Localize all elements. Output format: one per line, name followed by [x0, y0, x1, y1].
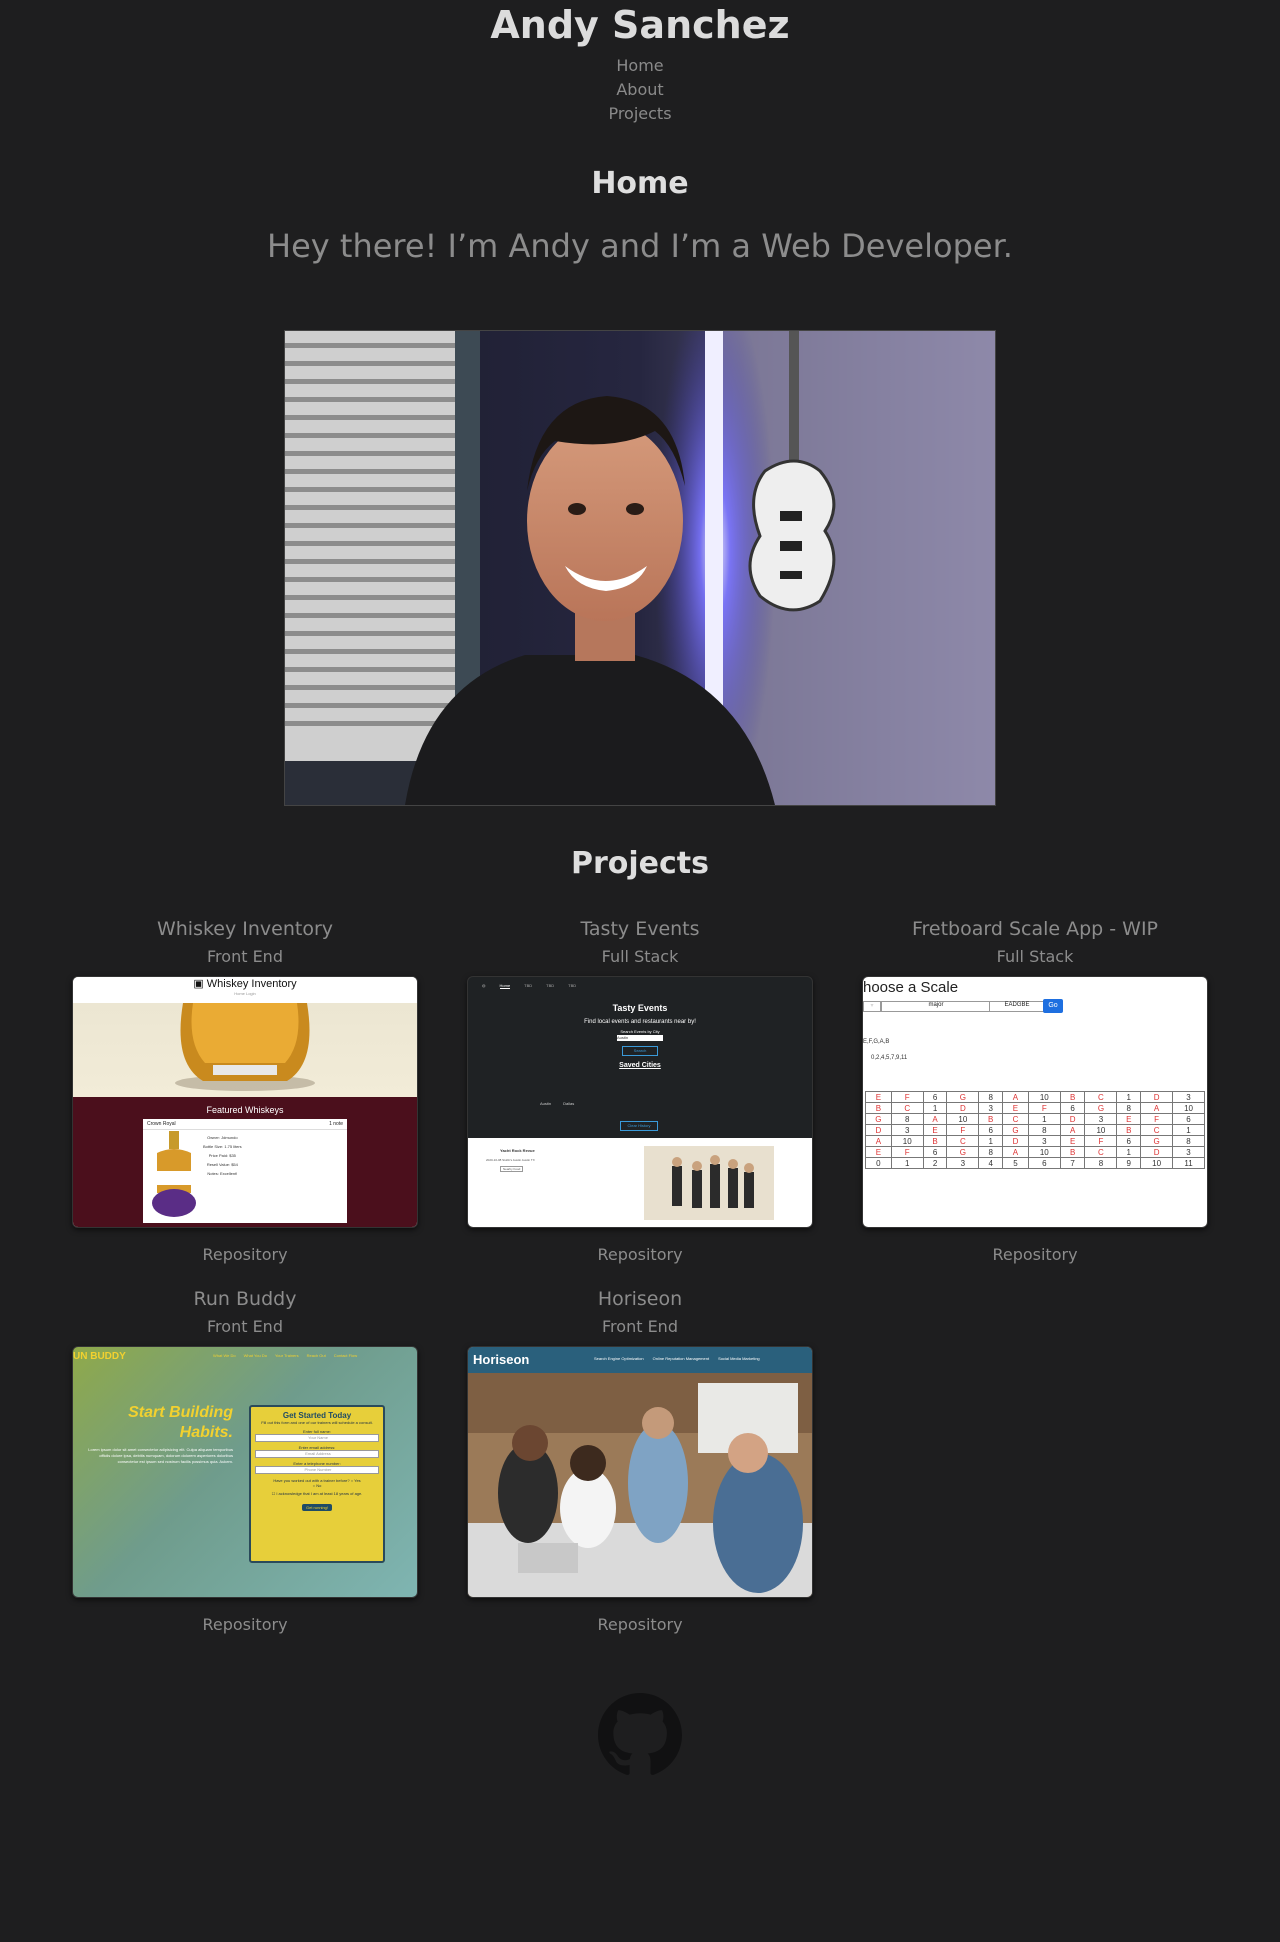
project-name: Fretboard Scale App - WIP: [911, 918, 1159, 940]
tasty-tab: TBD: [546, 983, 555, 988]
tasty-input-label: Search Events by City: [620, 1029, 660, 1034]
fret-go-button: Go: [1043, 999, 1063, 1013]
horiseon-team-photo: [468, 1373, 812, 1597]
whiskey-banner: [73, 1003, 417, 1097]
nav-about[interactable]: About: [0, 78, 1280, 102]
project-card-tasty: Tasty Events Full Stack ◍ Home TBD TBD T…: [467, 917, 813, 1266]
card-title: Crown Royal: [147, 1121, 176, 1127]
project-card-fretboard: Fretboard Scale App - WIP Full Stack hoo…: [862, 917, 1208, 1266]
card-badge: 1 note: [329, 1121, 343, 1127]
home-section-title: Home: [591, 166, 689, 201]
runbuddy-nav-item: Reach Out: [306, 1353, 326, 1358]
event-name: Yacht Rock Revue: [500, 1148, 535, 1153]
runbuddy-nav-item: Contact Flow: [333, 1353, 358, 1358]
horiseon-nav-item: Online Reputation Management: [652, 1356, 710, 1361]
tasty-subtitle: Find local events and restaurants near b…: [584, 1019, 696, 1025]
runbuddy-input: Email Address: [255, 1450, 379, 1458]
featured-heading: Featured Whiskeys: [206, 1105, 284, 1115]
tasty-title: Tasty Events: [612, 1003, 668, 1013]
horiseon-nav-item: Search Engine Optimization: [594, 1356, 644, 1361]
tagline: Hey there! I’m Andy and I’m a Web Develo…: [267, 227, 1013, 265]
runbuddy-brand: UN BUDDY: [73, 1351, 126, 1362]
project-name: Whiskey Inventory: [156, 918, 334, 940]
tasty-tab: TBD: [524, 983, 533, 988]
horiseon-nav-item: Social Media Marketing: [718, 1356, 760, 1361]
fretboard-grid: E F 6 G 8 A 10 B C 1 D 3 B C 1 D 3 E F 6 G 8 A 10 G 8 A 10 B C 1 D 3 E F…: [865, 1091, 1205, 1169]
event-info: 2020-10-08 Stubb's Austin Austin TX: [486, 1158, 535, 1162]
glass-icon: ▣: [193, 978, 204, 990]
fret-heading: hoose a Scale: [863, 979, 959, 996]
runbuddy-input: Your Name: [255, 1434, 379, 1442]
runbuddy-hero-line: Start Building: [128, 1404, 233, 1421]
repository-link[interactable]: Repository: [72, 1244, 418, 1266]
tasty-tab: Home: [499, 983, 511, 989]
runbuddy-form-intro: Fill out this form and one of our traine…: [261, 1420, 373, 1425]
runbuddy-no: No: [316, 1483, 322, 1488]
site-title: Andy Sanchez: [490, 3, 790, 47]
runbuddy-hero-text: Lorem ipsum dolor sit amet consectetur a…: [88, 1447, 233, 1464]
site-header: Andy Sanchez Home About Projects: [0, 0, 1280, 126]
project-screenshot-whiskey[interactable]: ▣ Whiskey Inventory Home Login Featured …: [72, 976, 418, 1228]
runbuddy-nav-item: Your Trainers: [274, 1353, 299, 1358]
project-name: Tasty Events: [580, 918, 700, 940]
repository-link[interactable]: Repository: [72, 1614, 418, 1636]
project-type: Front End: [602, 1317, 678, 1336]
runbuddy-input: Phone Number: [255, 1466, 379, 1474]
whiskey-nav: Home Login: [234, 991, 256, 996]
detail-line: Owner: Jdmundo: [207, 1135, 238, 1140]
project-card-horiseon: Horiseon Front End Horiseon Search Engin…: [467, 1287, 813, 1636]
main-nav: Home About Projects: [0, 54, 1280, 126]
project-screenshot-tasty[interactable]: ◍ Home TBD TBD TBD Tasty Events Find loc…: [467, 976, 813, 1228]
tasty-city-input: Austin: [617, 1035, 663, 1041]
detail-line: Price Paid: $35: [208, 1153, 236, 1158]
saved-city: Austin: [540, 1101, 552, 1106]
bottle-image: [152, 1131, 196, 1217]
tasty-tab: TBD: [568, 983, 577, 988]
project-type: Full Stack: [996, 947, 1074, 966]
nav-projects[interactable]: Projects: [0, 102, 1280, 126]
tasty-search-button: Search: [622, 1046, 658, 1056]
band-photo: [644, 1146, 774, 1220]
project-name: Horiseon: [597, 1288, 683, 1310]
fret-tuning-select: EADGBE: [989, 1001, 1044, 1012]
tasty-logo-icon: ◍: [482, 983, 486, 988]
detail-line: Resell Value: $54: [206, 1162, 238, 1167]
saved-city: Dallas: [563, 1101, 575, 1106]
runbuddy-nav-item: What You Do: [243, 1353, 267, 1358]
projects-section-title: Projects: [570, 846, 709, 881]
project-type: Front End: [207, 947, 283, 966]
project-type: Full Stack: [601, 947, 679, 966]
project-name: Run Buddy: [193, 1288, 297, 1310]
horiseon-brand: Horiseon: [473, 1352, 530, 1367]
project-card-runbuddy: Run Buddy Front End UN BUDDY What We Do …: [72, 1287, 418, 1636]
project-type: Front End: [207, 1317, 283, 1336]
runbuddy-yes: Yes: [354, 1478, 361, 1483]
fret-scale-select: major: [881, 1001, 990, 1012]
tasty-saved-heading: Saved Cities: [619, 1062, 661, 1069]
runbuddy-ack: I acknowledge that I am at least 18 year…: [276, 1491, 363, 1496]
fret-intervals: 0,2,4,5,7,9,11: [871, 1055, 908, 1061]
project-screenshot-fretboard[interactable]: hoose a Scale ▾ major EADGBE Go E,F,G,A,…: [862, 976, 1208, 1228]
whiskey-app-title: Whiskey Inventory: [206, 978, 297, 990]
repository-link[interactable]: Repository: [467, 1614, 813, 1636]
project-screenshot-horiseon[interactable]: Horiseon Search Engine Optimization Onli…: [467, 1346, 813, 1598]
runbuddy-form-title: Get Started Today: [282, 1411, 352, 1420]
nav-home[interactable]: Home: [0, 54, 1280, 78]
detail-line: Bottle Size: 1.75 liters: [203, 1144, 242, 1149]
repository-link[interactable]: Repository: [467, 1244, 813, 1266]
detail-line: Notes: Excellent!: [207, 1171, 238, 1176]
profile-photo: [284, 330, 996, 806]
tasty-clear-button: Clear History: [620, 1121, 658, 1131]
repository-link[interactable]: Repository: [862, 1244, 1208, 1266]
runbuddy-question: Have you worked out with a trainer befor…: [273, 1478, 350, 1483]
fret-key-select: ▾: [863, 1001, 881, 1012]
project-screenshot-runbuddy[interactable]: UN BUDDY What We Do What You Do Your Tra…: [72, 1346, 418, 1598]
project-card-whiskey: Whiskey Inventory Front End ▣ Whiskey In…: [72, 917, 418, 1266]
runbuddy-cta: Get running!: [301, 1504, 332, 1511]
nearby-food-button: Nearby Food: [500, 1166, 524, 1172]
runbuddy-nav-item: What We Do: [213, 1353, 236, 1358]
runbuddy-hero-line: Habits.: [179, 1424, 233, 1441]
fret-notes: E,F,G,A,B: [863, 1039, 890, 1045]
github-icon[interactable]: [598, 1693, 682, 1777]
